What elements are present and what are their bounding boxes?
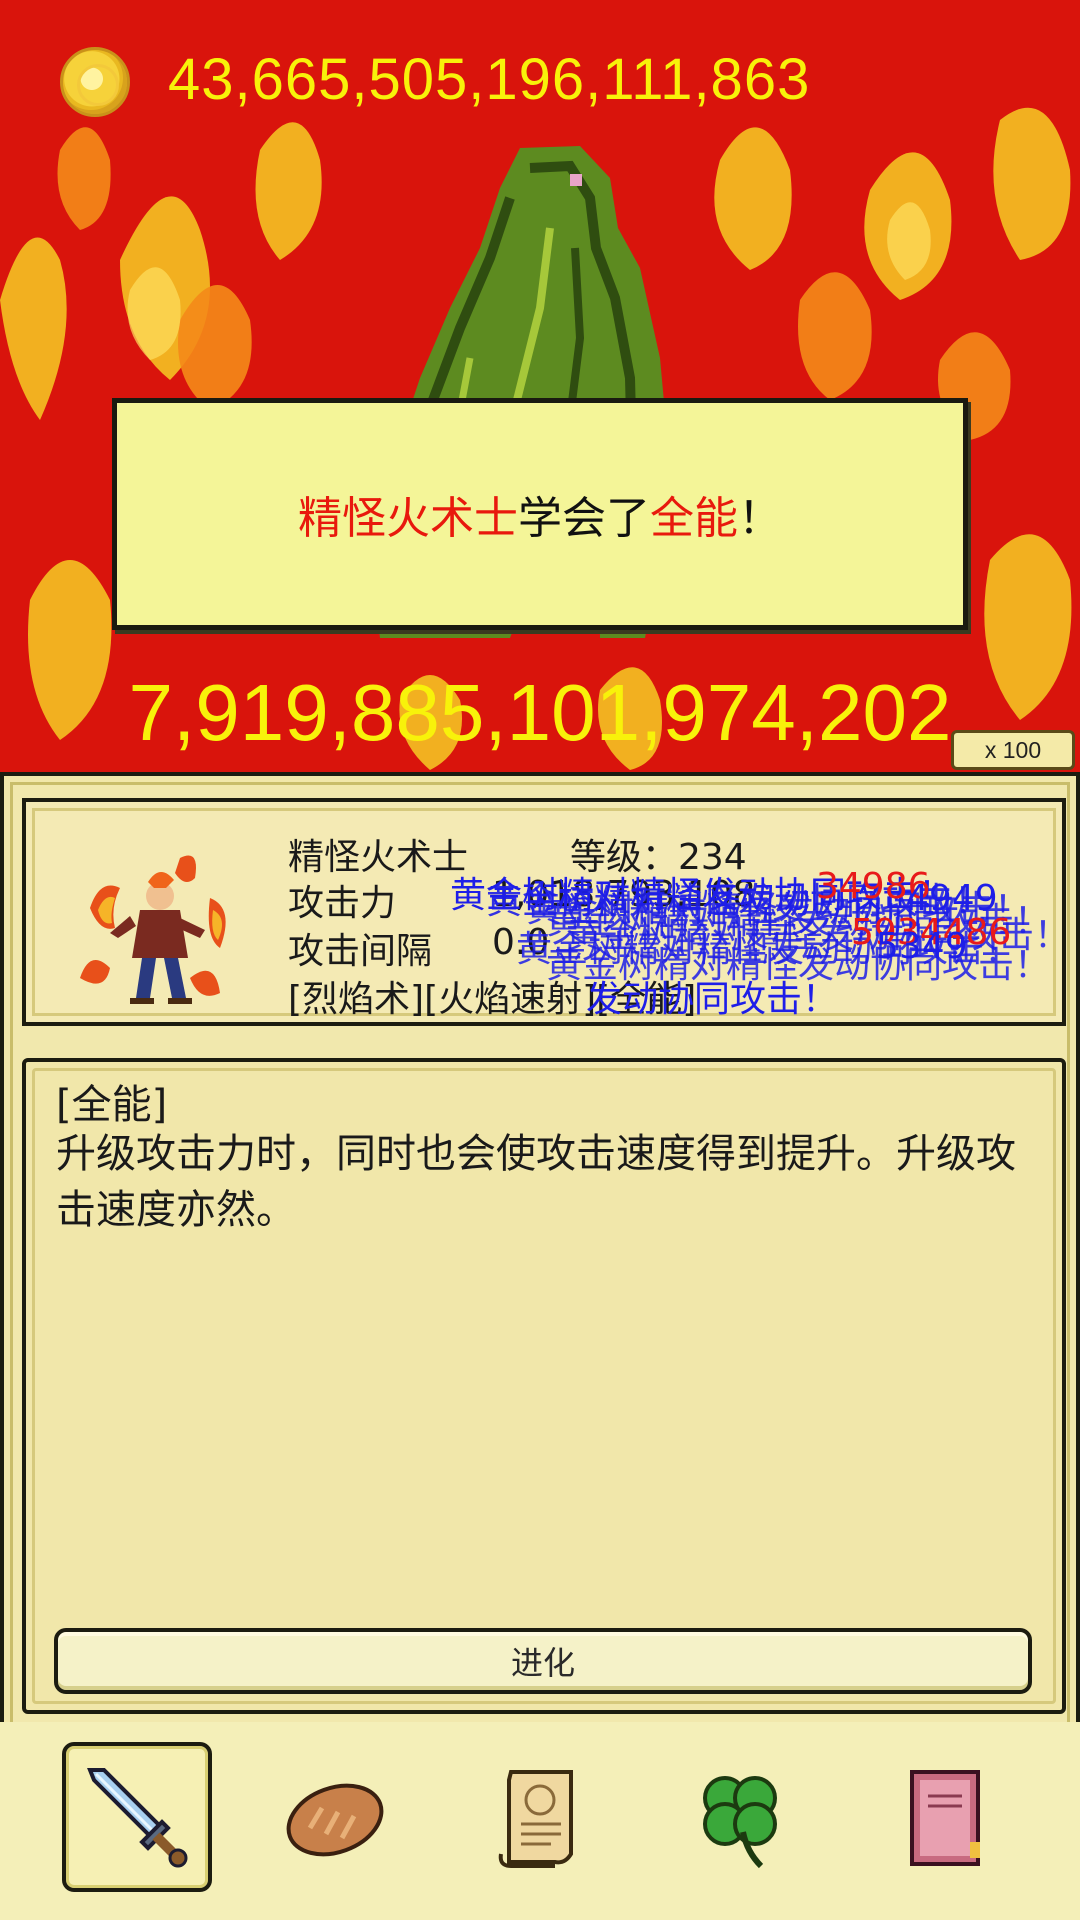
event-dialog: 精怪火术士学会了全能！	[112, 398, 968, 630]
tab-bread[interactable]	[260, 1742, 410, 1892]
tab-sword[interactable]	[62, 1742, 212, 1892]
skill-description: 升级攻击力时，同时也会使攻击速度得到提升。升级攻击速度亦然。	[56, 1131, 1016, 1233]
attack-interval-label: 攻击间隔	[288, 931, 433, 972]
event-skill-name: 全能	[650, 493, 738, 544]
evolve-button[interactable]: 进化	[54, 1628, 1032, 1694]
attack-value: 1,018,793,108	[492, 874, 756, 915]
clover-icon	[703, 1776, 777, 1869]
skill-title: [全能]	[56, 1082, 168, 1128]
damage-number: 7,919,885,101,974,202	[128, 668, 952, 757]
battle-scene[interactable]: 43,665,505,196,111,863 精怪火术士学会了全能！ 7,919…	[0, 0, 1080, 772]
unit-name: 精怪火术士	[288, 837, 469, 878]
event-punct: ！	[738, 493, 782, 544]
event-unit-name: 精怪火术士	[298, 493, 518, 544]
bottom-tab-bar	[0, 1722, 1080, 1920]
unit-info-card[interactable]: 精怪火术士 等级：234 攻击力 1,018,793,108 攻击间隔 0.0 …	[22, 798, 1070, 1026]
scroll-icon	[498, 1770, 573, 1868]
attack-label: 攻击力	[288, 883, 397, 924]
attack-interval-value: 0.0	[492, 922, 550, 963]
unit-level: 等级：234	[570, 837, 747, 878]
bread-icon	[286, 1783, 384, 1857]
tab-clover[interactable]	[665, 1742, 815, 1892]
tab-scroll[interactable]	[465, 1742, 615, 1892]
gold-coin-icon	[60, 47, 130, 117]
unit-skills: [烈焰术][火焰速射][全能]	[288, 979, 697, 1020]
event-verb: 学会了	[518, 493, 650, 544]
multiplier-button[interactable]: x 100	[951, 730, 1075, 770]
fire-mage-portrait	[80, 855, 226, 1004]
tab-book[interactable]	[870, 1742, 1020, 1892]
gold-amount: 43,665,505,196,111,863	[168, 47, 811, 112]
skill-description-card: [全能] 升级攻击力时，同时也会使攻击速度得到提升。升级攻击速度亦然。	[22, 1058, 1066, 1714]
event-message: 精怪火术士学会了全能！	[298, 482, 782, 546]
book-icon	[910, 1770, 980, 1866]
sword-icon	[87, 1768, 188, 1868]
